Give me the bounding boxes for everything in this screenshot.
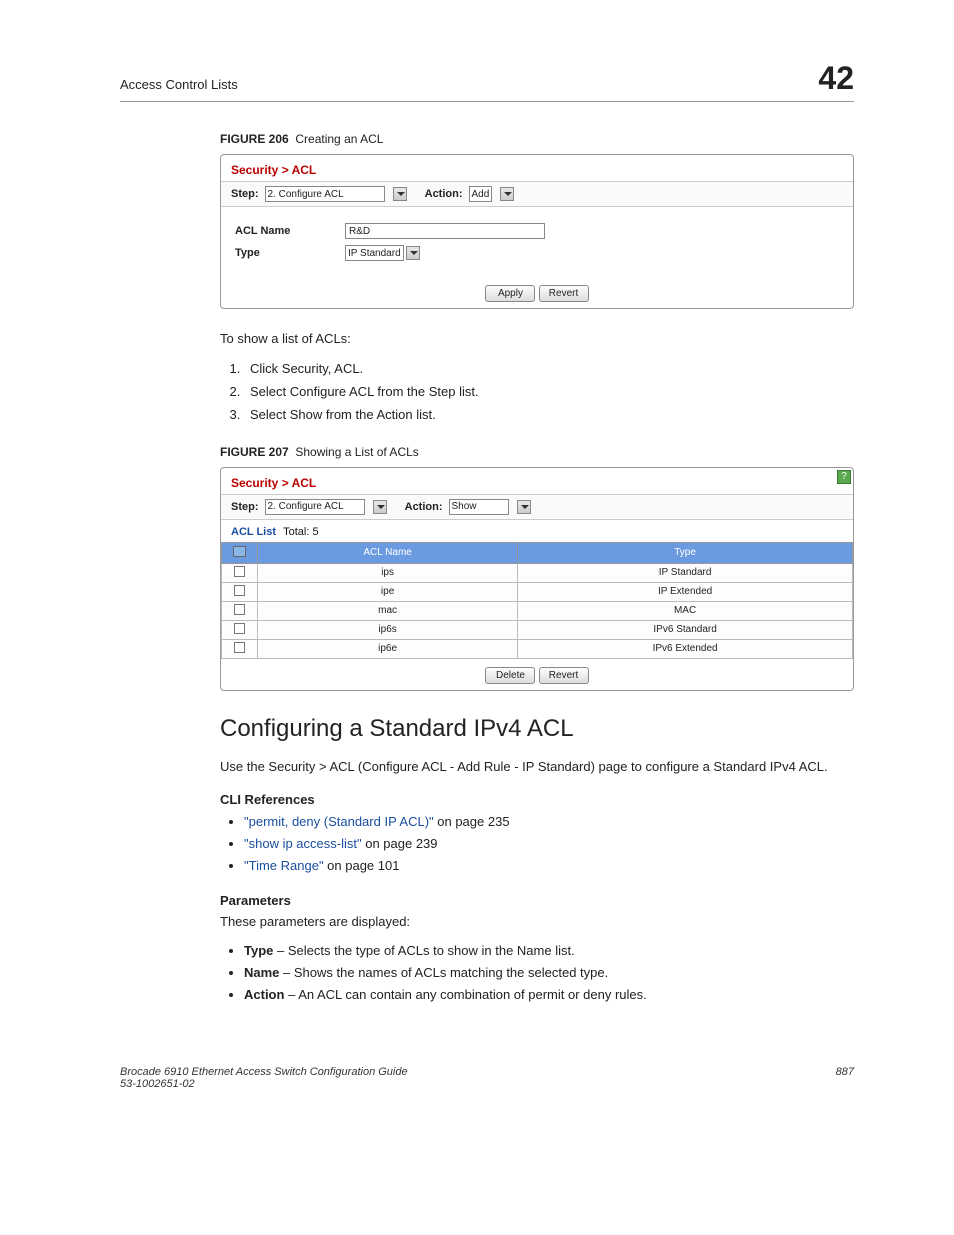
action-label: Action: [425, 188, 463, 200]
acl-name-cell: ip6s [258, 620, 518, 639]
row-checkbox[interactable] [234, 604, 245, 615]
figure-number: FIGURE 207 [220, 445, 289, 459]
step-label: Step: [231, 188, 259, 200]
figure-title: Showing a List of ACLs [295, 445, 418, 459]
acl-type-cell: MAC [518, 601, 853, 620]
chevron-down-icon[interactable] [373, 500, 387, 514]
cross-reference-link[interactable]: "Time Range" [244, 858, 324, 873]
row-checkbox[interactable] [234, 642, 245, 653]
section-title: Access Control Lists [120, 77, 238, 92]
action-select[interactable]: Add [469, 186, 493, 202]
footer-title: Brocade 6910 Ethernet Access Switch Conf… [120, 1066, 408, 1078]
step-select[interactable]: 2. Configure ACL [265, 186, 385, 202]
paragraph: To show a list of ACLs: [220, 329, 854, 349]
type-column-header: Type [518, 542, 853, 563]
list-item: Select Show from the Action list. [244, 403, 854, 426]
action-label: Action: [405, 501, 443, 513]
page-header: Access Control Lists 42 [120, 60, 854, 102]
table-row: macMAC [222, 601, 853, 620]
acl-type-cell: IPv6 Standard [518, 620, 853, 639]
section-heading: Configuring a Standard IPv4 ACL [120, 715, 854, 743]
figure207-panel: ? Security > ACL Step: 2. Configure ACL … [220, 467, 854, 691]
list-item: "Time Range" on page 101 [244, 855, 854, 877]
name-column-header: ACL Name [258, 542, 518, 563]
figure-caption: FIGURE 207 Showing a List of ACLs [220, 445, 854, 459]
acl-name-cell: ipe [258, 582, 518, 601]
list-item: Name – Shows the names of ACLs matching … [244, 962, 854, 984]
type-select[interactable]: IP Standard [345, 245, 404, 261]
list-item: Type – Selects the type of ACLs to show … [244, 940, 854, 962]
select-all-header[interactable] [222, 542, 258, 563]
figure-number: FIGURE 206 [220, 132, 289, 146]
row-checkbox[interactable] [234, 566, 245, 577]
figure-caption: FIGURE 206 Creating an ACL [220, 132, 854, 146]
chevron-down-icon[interactable] [393, 187, 407, 201]
chevron-down-icon[interactable] [500, 187, 514, 201]
acl-name-label: ACL Name [235, 225, 345, 237]
help-icon[interactable]: ? [837, 470, 851, 484]
acl-name-cell: ip6e [258, 639, 518, 658]
control-bar: Step: 2. Configure ACL Action: Add [221, 181, 853, 207]
chevron-down-icon[interactable] [517, 500, 531, 514]
list-item: "permit, deny (Standard IP ACL)" on page… [244, 811, 854, 833]
chevron-down-icon[interactable] [406, 246, 420, 260]
cli-references-heading: CLI References [220, 792, 854, 807]
acl-type-cell: IPv6 Extended [518, 639, 853, 658]
list-item: "show ip access-list" on page 239 [244, 833, 854, 855]
breadcrumb: Security > ACL [221, 468, 853, 494]
page-footer: Brocade 6910 Ethernet Access Switch Conf… [120, 1066, 854, 1090]
breadcrumb: Security > ACL [221, 155, 853, 181]
list-header: ACL List Total: 5 [221, 520, 853, 542]
acl-name-cell: ips [258, 563, 518, 582]
control-bar: Step: 2. Configure ACL Action: Show [221, 494, 853, 520]
figure206-panel: Security > ACL Step: 2. Configure ACL Ac… [220, 154, 854, 309]
page-number: 887 [836, 1066, 854, 1090]
table-row: ip6sIPv6 Standard [222, 620, 853, 639]
select-all-icon[interactable] [233, 546, 246, 557]
list-item: Click Security, ACL. [244, 357, 854, 380]
list-item: Action – An ACL can contain any combinat… [244, 984, 854, 1006]
chapter-number: 42 [818, 60, 854, 97]
row-checkbox[interactable] [234, 585, 245, 596]
table-row: ipsIP Standard [222, 563, 853, 582]
revert-button[interactable]: Revert [539, 667, 589, 684]
acl-table: ACL Name Type ipsIP StandardipeIP Extend… [221, 542, 853, 659]
acl-name-cell: mac [258, 601, 518, 620]
step-list: Click Security, ACL. Select Configure AC… [244, 357, 854, 427]
type-label: Type [235, 247, 345, 259]
acl-name-input[interactable]: R&D [345, 223, 545, 239]
table-row: ipeIP Extended [222, 582, 853, 601]
apply-button[interactable]: Apply [485, 285, 535, 302]
action-select[interactable]: Show [449, 499, 509, 515]
parameters-heading: Parameters [220, 893, 854, 908]
acl-type-cell: IP Standard [518, 563, 853, 582]
row-checkbox[interactable] [234, 623, 245, 634]
cross-reference-link[interactable]: "permit, deny (Standard IP ACL)" [244, 814, 434, 829]
paragraph: Use the Security > ACL (Configure ACL - … [220, 757, 854, 777]
cross-reference-link[interactable]: "show ip access-list" [244, 836, 362, 851]
figure-title: Creating an ACL [295, 132, 383, 146]
paragraph: These parameters are displayed: [220, 912, 854, 932]
footer-docnum: 53-1002651-02 [120, 1078, 408, 1090]
table-row: ip6eIPv6 Extended [222, 639, 853, 658]
cli-reference-list: "permit, deny (Standard IP ACL)" on page… [244, 811, 854, 877]
acl-type-cell: IP Extended [518, 582, 853, 601]
step-label: Step: [231, 501, 259, 513]
step-select[interactable]: 2. Configure ACL [265, 499, 365, 515]
list-item: Select Configure ACL from the Step list. [244, 380, 854, 403]
delete-button[interactable]: Delete [485, 667, 535, 684]
parameter-list: Type – Selects the type of ACLs to show … [244, 940, 854, 1006]
revert-button[interactable]: Revert [539, 285, 589, 302]
